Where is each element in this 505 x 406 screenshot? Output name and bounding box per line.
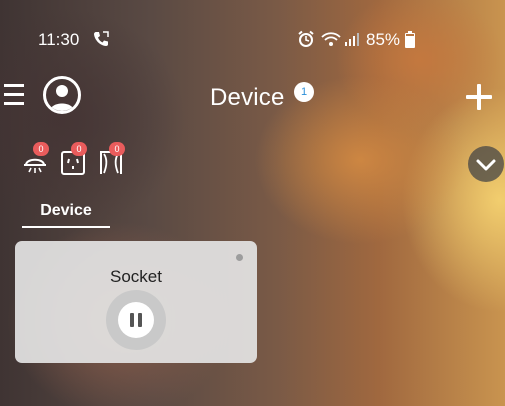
chevron-down-icon xyxy=(476,159,496,171)
status-bar: 11:30 85% xyxy=(0,24,505,54)
notification-badge: 1 xyxy=(294,82,314,102)
signal-icon xyxy=(345,33,359,46)
device-card[interactable]: Socket xyxy=(15,241,257,363)
expand-collapse-button[interactable] xyxy=(468,146,504,182)
count-badge: 0 xyxy=(71,142,87,156)
call-icon xyxy=(94,31,109,46)
curtain-filter[interactable]: 0 xyxy=(98,142,125,176)
battery-icon xyxy=(405,31,415,48)
device-name: Socket xyxy=(110,267,162,286)
pause-icon xyxy=(118,302,154,338)
alarm-icon xyxy=(298,30,314,47)
add-device-button[interactable] xyxy=(466,84,492,110)
device-toggle-button[interactable] xyxy=(106,290,166,350)
page-title: Device xyxy=(210,84,285,111)
ceiling-light-filter[interactable]: 0 xyxy=(22,142,49,176)
status-time: 11:30 xyxy=(38,30,80,49)
wifi-icon xyxy=(321,32,341,46)
tab-device[interactable]: Device xyxy=(22,202,110,228)
header-title-group: Device 1 xyxy=(210,82,314,112)
user-avatar-icon[interactable] xyxy=(43,76,81,114)
count-badge: 0 xyxy=(109,142,125,156)
socket-filter[interactable]: 0 xyxy=(60,142,87,176)
app-screen: 11:30 85% Device 1 0 0 0 Device Socket xyxy=(0,0,505,406)
status-dot xyxy=(236,254,243,261)
menu-icon[interactable] xyxy=(4,84,26,108)
count-badge: 0 xyxy=(33,142,49,156)
battery-percent: 85% xyxy=(366,30,401,49)
